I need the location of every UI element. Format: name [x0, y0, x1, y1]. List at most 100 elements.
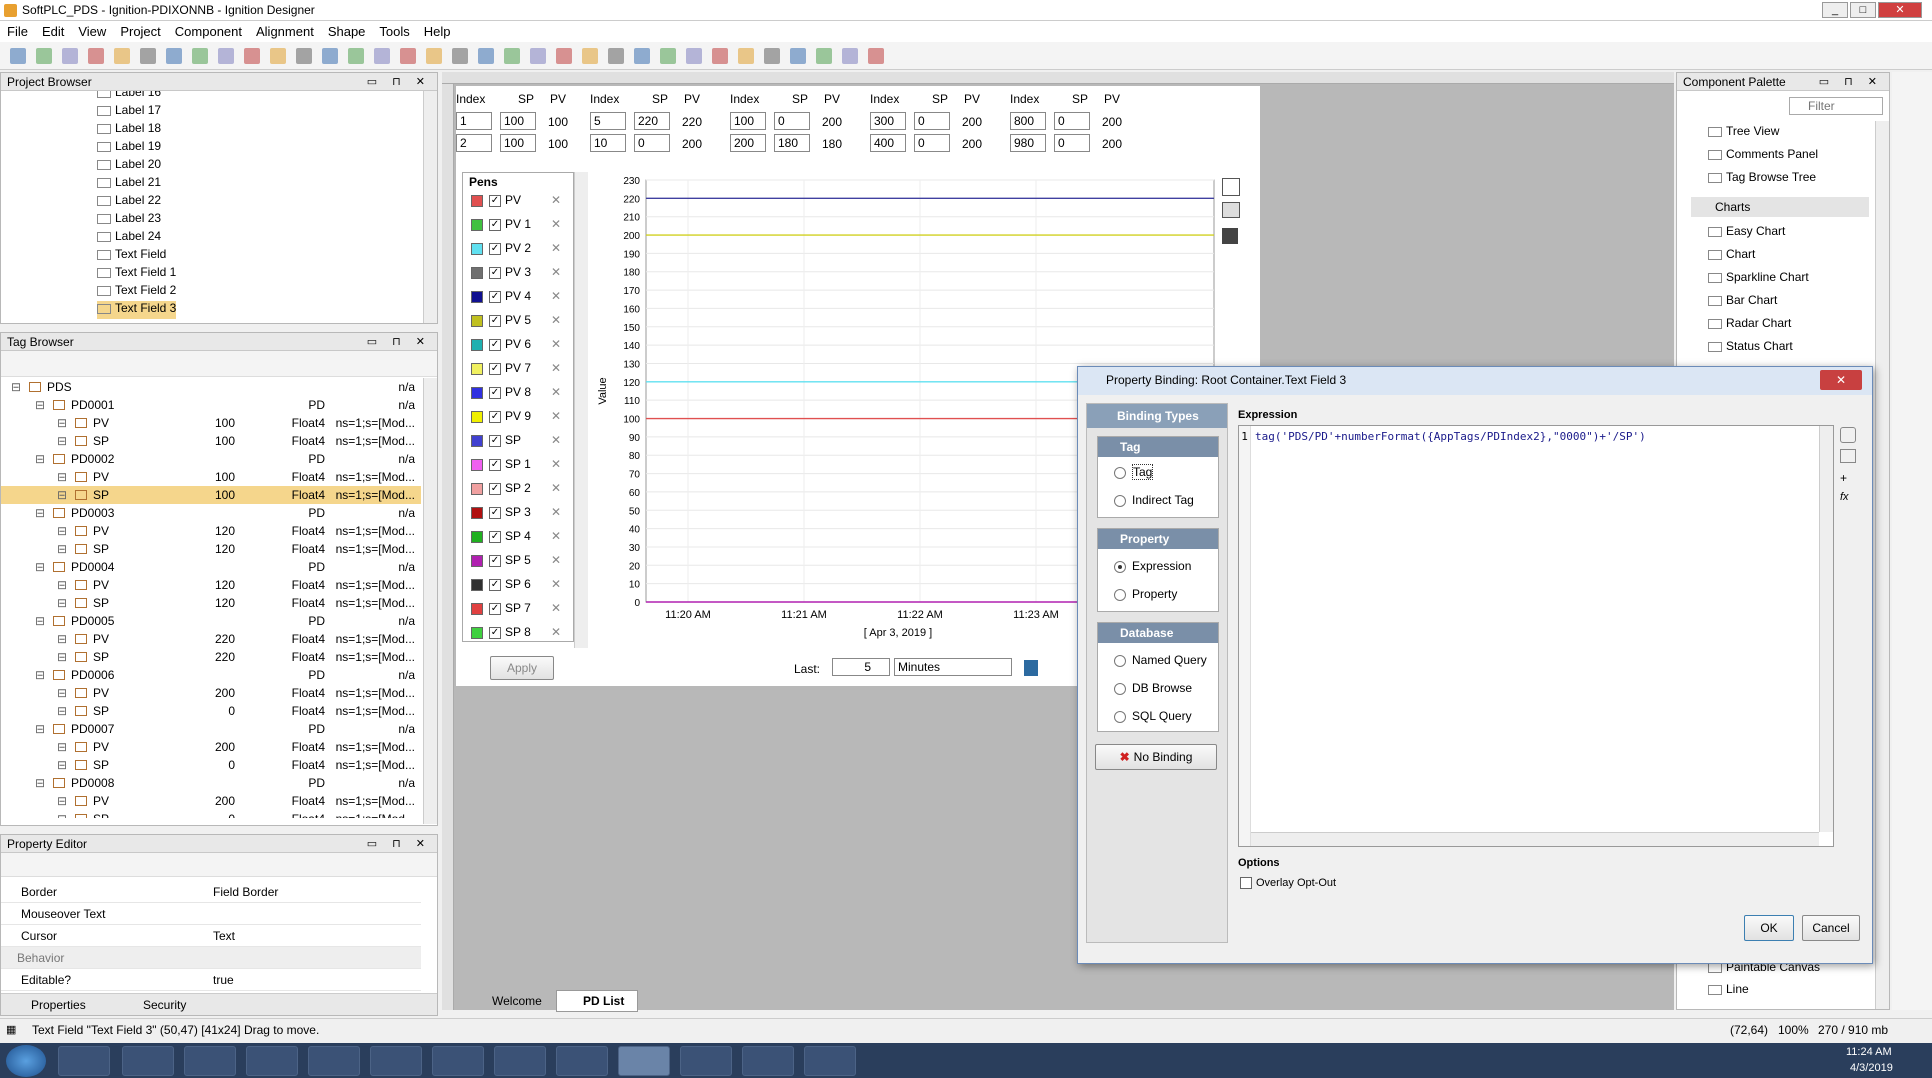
remove-pen-icon[interactable]: ✕ — [551, 577, 561, 591]
toolbar-icon[interactable] — [62, 48, 78, 64]
menu-edit[interactable]: Edit — [35, 21, 71, 39]
project-tree-item[interactable]: Label 18 — [97, 121, 161, 139]
menu-alignment[interactable]: Alignment — [249, 21, 321, 39]
tag-row[interactable]: ⊟ PV 200 Float4 ns=1;s=[Mod... — [1, 684, 421, 702]
pen-checkbox[interactable]: ✓ — [489, 290, 501, 303]
toolbar-icon[interactable] — [790, 48, 806, 64]
sp-field[interactable]: 0 — [1054, 134, 1090, 152]
tab-welcome[interactable]: Welcome — [466, 992, 550, 1010]
remove-pen-icon[interactable]: ✕ — [551, 361, 561, 375]
pen-row[interactable]: ✓ SP 3 ✕ — [471, 505, 561, 523]
pen-row[interactable]: ✓ PV 5 ✕ — [471, 313, 561, 331]
sp-field[interactable]: 0 — [914, 112, 950, 130]
tab-pd-list[interactable]: PD List — [556, 990, 638, 1012]
property-value[interactable]: Field Border — [213, 885, 278, 899]
index-field[interactable]: 800 — [1010, 112, 1046, 130]
toolbar-icon[interactable] — [608, 48, 624, 64]
palette-item[interactable]: Status Chart — [1708, 339, 1793, 353]
project-tree-item[interactable]: Label 17 — [97, 103, 161, 121]
pen-checkbox[interactable]: ✓ — [489, 626, 501, 639]
pen-row[interactable]: ✓ SP 4 ✕ — [471, 529, 561, 547]
project-tree-item[interactable]: Text Field 1 — [97, 265, 176, 283]
toolbar-icon[interactable] — [400, 48, 416, 64]
tag-expander-icon[interactable]: ⊟ — [57, 740, 67, 754]
start-button[interactable] — [6, 1045, 46, 1077]
pen-checkbox[interactable]: ✓ — [489, 554, 501, 567]
sp-field[interactable]: 0 — [1054, 112, 1090, 130]
tag-row[interactable]: ⊟ SP 0 Float4 ns=1;s=[Mod... — [1, 756, 421, 774]
tag-expander-icon[interactable]: ⊟ — [57, 596, 67, 610]
tag-row[interactable]: ⊟ PD0001 PD n/a — [1, 396, 421, 414]
toolbar-icon[interactable] — [296, 48, 312, 64]
toolbar-icon[interactable] — [374, 48, 390, 64]
tag-row[interactable]: ⊟ PD0005 PD n/a — [1, 612, 421, 630]
toolbar-icon[interactable] — [842, 48, 858, 64]
pen-row[interactable]: ✓ PV 7 ✕ — [471, 361, 561, 379]
pen-row[interactable]: ✓ PV 9 ✕ — [471, 409, 561, 427]
sp-field[interactable]: 100 — [500, 134, 536, 152]
pen-color-swatch[interactable] — [471, 362, 483, 375]
toolbar-icon[interactable] — [764, 48, 780, 64]
radio-property[interactable]: Property — [1114, 587, 1177, 601]
expression-text[interactable]: tag('PDS/PD'+numberFormat({AppTags/PDInd… — [1255, 430, 1646, 443]
pen-checkbox[interactable]: ✓ — [489, 266, 501, 279]
tag-expander-icon[interactable]: ⊟ — [11, 380, 21, 394]
index-field[interactable]: 5 — [590, 112, 626, 130]
remove-pen-icon[interactable]: ✕ — [551, 601, 561, 615]
pen-checkbox[interactable]: ✓ — [489, 314, 501, 327]
pen-row[interactable]: ✓ PV 3 ✕ — [471, 265, 561, 283]
tag-row[interactable]: ⊟ SP 120 Float4 ns=1;s=[Mod... — [1, 540, 421, 558]
tag-row[interactable]: ⊟ SP 100 Float4 ns=1;s=[Mod... — [1, 486, 421, 504]
pen-checkbox[interactable]: ✓ — [489, 218, 501, 231]
project-tree-item[interactable]: Label 22 — [97, 193, 161, 211]
pen-color-swatch[interactable] — [471, 290, 483, 303]
pen-checkbox[interactable]: ✓ — [489, 458, 501, 471]
index-field[interactable]: 100 — [730, 112, 766, 130]
tag-row[interactable]: ⊟ PV 220 Float4 ns=1;s=[Mod... — [1, 630, 421, 648]
expression-editor[interactable]: 1 tag('PDS/PD'+numberFormat({AppTags/PDI… — [1238, 425, 1834, 847]
link-icon[interactable] — [1840, 427, 1856, 443]
onenote-icon[interactable] — [370, 1046, 422, 1076]
remove-pen-icon[interactable]: ✕ — [551, 193, 561, 207]
tag-expander-icon[interactable]: ⊟ — [57, 416, 67, 430]
cancel-button[interactable]: Cancel — [1802, 915, 1860, 941]
tag-expander-icon[interactable]: ⊟ — [57, 758, 67, 772]
pen-checkbox[interactable]: ✓ — [489, 194, 501, 207]
pen-color-swatch[interactable] — [471, 242, 483, 255]
remove-pen-icon[interactable]: ✕ — [551, 385, 561, 399]
remove-pen-icon[interactable]: ✕ — [551, 529, 561, 543]
pen-checkbox[interactable]: ✓ — [489, 506, 501, 519]
toolbar-icon[interactable] — [478, 48, 494, 64]
panel-controls[interactable]: ▭ ⊓ ✕ — [367, 837, 431, 850]
radio-db-browse[interactable]: DB Browse — [1114, 681, 1192, 695]
tag-expander-icon[interactable]: ⊟ — [35, 614, 45, 628]
paint-icon[interactable] — [804, 1046, 856, 1076]
pen-color-swatch[interactable] — [471, 218, 483, 231]
pen-color-swatch[interactable] — [471, 578, 483, 591]
panel-controls[interactable]: ▭ ⊓ ✕ — [367, 75, 431, 88]
pen-row[interactable]: ✓ PV 4 ✕ — [471, 289, 561, 307]
tag-expander-icon[interactable]: ⊟ — [35, 398, 45, 412]
pen-checkbox[interactable]: ✓ — [489, 410, 501, 423]
tag-expander-icon[interactable]: ⊟ — [57, 686, 67, 700]
pen-color-swatch[interactable] — [471, 458, 483, 471]
remove-pen-icon[interactable]: ✕ — [551, 217, 561, 231]
powerpoint-icon[interactable] — [494, 1046, 546, 1076]
project-tree-item[interactable]: Label 20 — [97, 157, 161, 175]
pen-color-swatch[interactable] — [471, 266, 483, 279]
radio-indirect-tag[interactable]: Indirect Tag — [1114, 493, 1194, 507]
pen-row[interactable]: ✓ PV 2 ✕ — [471, 241, 561, 259]
pen-checkbox[interactable]: ✓ — [489, 362, 501, 375]
tag-expander-icon[interactable]: ⊟ — [57, 488, 67, 502]
toolbar-icon[interactable] — [738, 48, 754, 64]
explorer-icon[interactable] — [122, 1046, 174, 1076]
palette-item[interactable]: Radar Chart — [1708, 316, 1791, 330]
pen-row[interactable]: ✓ PV ✕ — [471, 193, 561, 211]
property-row[interactable]: Cursor Text — [1, 925, 421, 947]
index-field[interactable]: 300 — [870, 112, 906, 130]
tag-row[interactable]: ⊟ SP 100 Float4 ns=1;s=[Mod... — [1, 432, 421, 450]
remove-pen-icon[interactable]: ✕ — [551, 433, 561, 447]
toolbar-icon[interactable] — [556, 48, 572, 64]
remove-pen-icon[interactable]: ✕ — [551, 289, 561, 303]
pen-color-swatch[interactable] — [471, 434, 483, 447]
